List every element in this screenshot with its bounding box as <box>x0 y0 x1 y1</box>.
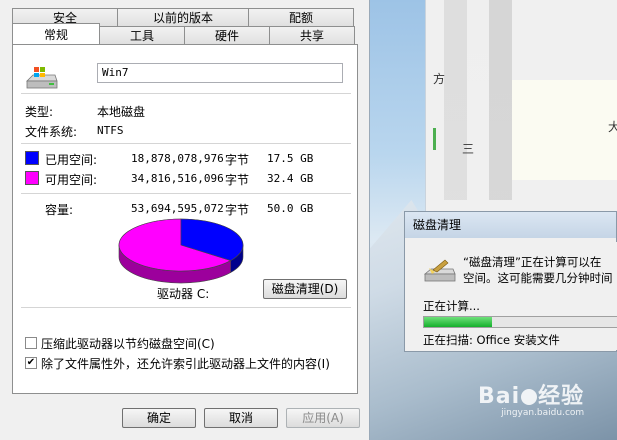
background-pane <box>512 80 617 180</box>
watermark-url: jingyan.baidu.com <box>501 408 585 418</box>
free-space-size: 32.4 GB <box>267 172 314 185</box>
divider <box>21 93 351 94</box>
drive-letter-label: 驱动器 C: <box>157 287 210 301</box>
filesystem-value: NTFS <box>97 124 124 137</box>
cleanup-status: 正在计算... <box>423 299 480 313</box>
disk-usage-pie <box>118 218 244 284</box>
disk-cleanup-button[interactable]: 磁盘清理(D) <box>263 279 347 299</box>
divider <box>21 193 351 194</box>
ok-button[interactable]: 确定 <box>122 408 196 428</box>
divider <box>21 143 351 144</box>
divider <box>21 307 351 308</box>
paw-icon <box>521 389 538 405</box>
background-accent <box>433 128 436 150</box>
index-checkbox-label[interactable]: 除了文件属性外，还允许索引此驱动器上文件的内容(I) <box>41 355 330 372</box>
used-space-size: 17.5 GB <box>267 152 314 165</box>
compress-checkbox-label[interactable]: 压缩此驱动器以节约磁盘空间(C) <box>41 335 215 352</box>
free-space-unit: 字节 <box>225 173 250 187</box>
used-space-swatch <box>25 151 39 165</box>
apply-button[interactable]: 应用(A) <box>286 408 360 428</box>
used-space-bytes: 18,878,078,976 <box>131 152 224 165</box>
background-text: 三 <box>462 142 475 156</box>
drive-properties-dialog: 安全 以前的版本 配额 常规 工具 硬件 共享 Win7 类型: 本地磁盘 文件… <box>0 0 370 440</box>
cleanup-message-line1: “磁盘清理”正在计算可以在 <box>463 255 602 269</box>
general-tab-panel: Win7 类型: 本地磁盘 文件系统: NTFS 已用空间: 18,878,07… <box>12 44 358 394</box>
background-text: 方 <box>433 72 446 86</box>
capacity-size: 50.0 GB <box>267 202 314 215</box>
disk-cleanup-icon <box>423 259 456 282</box>
used-space-unit: 字节 <box>225 153 250 167</box>
capacity-label: 容量: <box>45 203 74 217</box>
capacity-bytes: 53,694,595,072 <box>131 202 224 215</box>
cleanup-title[interactable]: 磁盘清理 <box>405 212 616 238</box>
capacity-unit: 字节 <box>225 203 250 217</box>
type-label: 类型: <box>25 105 54 119</box>
tab-hardware[interactable]: 硬件 <box>184 26 270 44</box>
type-value: 本地磁盘 <box>97 105 146 119</box>
compress-checkbox[interactable] <box>25 337 37 349</box>
tab-sharing[interactable]: 共享 <box>269 26 355 44</box>
tab-previous-versions[interactable]: 以前的版本 <box>117 8 249 26</box>
tab-quota[interactable]: 配额 <box>248 8 354 26</box>
cleanup-scanning: 正在扫描: Office 安装文件 <box>423 333 560 347</box>
progress-fill <box>424 317 492 327</box>
cleanup-message-line2: 空间。这可能需要几分钟时间 <box>463 271 613 285</box>
free-space-swatch <box>25 171 39 185</box>
cleanup-progress-bar <box>423 316 617 328</box>
disk-cleanup-dialog: 磁盘清理 “磁盘清理”正在计算可以在 空间。这可能需要几分钟时间 正在计算...… <box>404 211 617 352</box>
free-space-bytes: 34,816,516,096 <box>131 172 224 185</box>
mosaic-blur <box>444 0 512 200</box>
tab-tools[interactable]: 工具 <box>99 26 185 44</box>
drive-icon <box>26 67 58 89</box>
drive-name-field[interactable]: Win7 <box>97 63 343 83</box>
tabs-front-row: 常规 工具 硬件 共享 <box>12 23 355 44</box>
watermark-text: Bai <box>478 384 521 409</box>
cancel-button[interactable]: 取消 <box>204 408 278 428</box>
tab-general[interactable]: 常规 <box>12 23 100 44</box>
filesystem-label: 文件系统: <box>25 125 78 139</box>
background-window <box>425 0 617 212</box>
baidu-watermark: Bai 经验 jingyan.baidu.com <box>478 378 584 418</box>
watermark-suffix: 经验 <box>538 384 585 409</box>
used-space-label: 已用空间: <box>45 153 98 167</box>
index-checkbox[interactable]: ✔ <box>25 357 37 369</box>
free-space-label: 可用空间: <box>45 173 98 187</box>
background-text: 大 <box>608 120 617 134</box>
